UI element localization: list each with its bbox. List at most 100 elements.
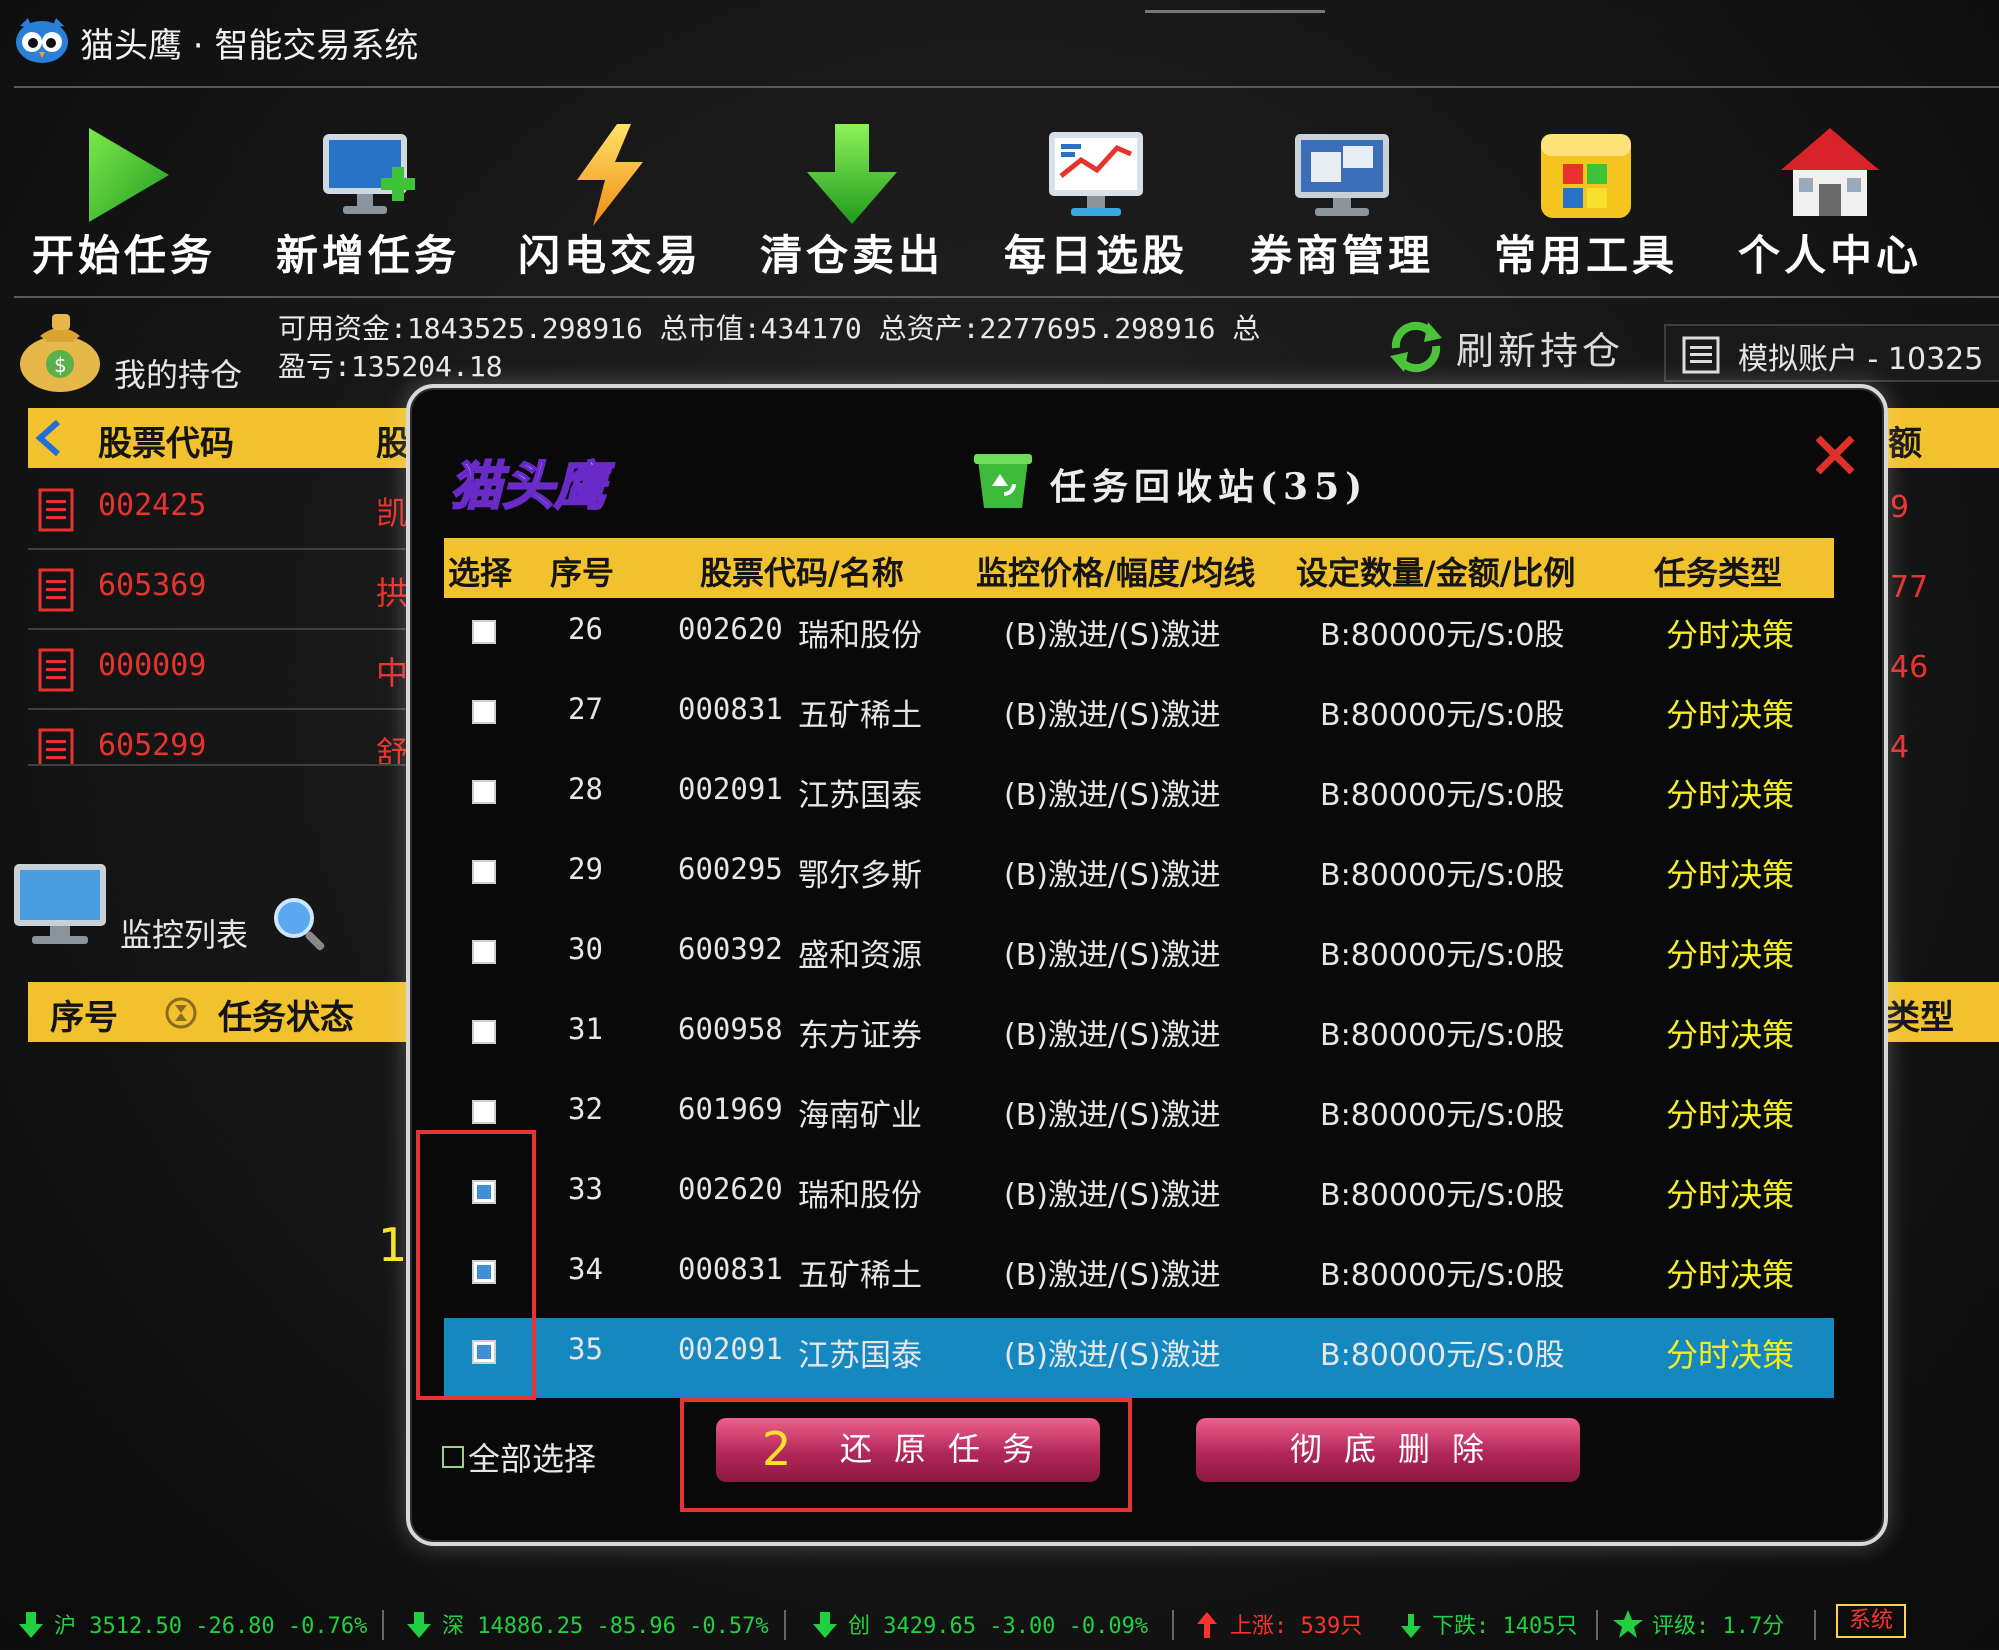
checkbox[interactable] (442, 1446, 464, 1468)
monitor-price: (B)激进/(S)激进 (1004, 938, 1221, 973)
table-row[interactable]: 33 002620 瑞和股份 (B)激进/(S)激进 B:80000元/S:0股 分时决策 (444, 1158, 1834, 1238)
row-checkbox[interactable] (472, 1100, 496, 1124)
down-arrow-icon (813, 1612, 837, 1638)
set-quantity: B:80000元/S:0股 (1320, 1098, 1565, 1133)
status-bar: 沪 3512.50 -26.80 -0.76% 深 14886.25 -85.9… (0, 1600, 1999, 1650)
start-task-button[interactable]: 开始任务 (14, 110, 234, 285)
table-row[interactable]: 30 600392 盛和资源 (B)激进/(S)激进 B:80000元/S:0股 分时决策 (444, 918, 1834, 998)
column-header: 股票代码/名称 (700, 554, 904, 592)
monitor-header: 序号 任务状态 (28, 982, 408, 1042)
toolbar-label: 券商管理 (1249, 231, 1434, 280)
row-seq: 30 (568, 932, 603, 966)
daily-pick-button[interactable]: 每日选股 (986, 110, 1206, 285)
table-row[interactable]: 29 600295 鄂尔多斯 (B)激进/(S)激进 B:80000元/S:0股 分时决策 (444, 838, 1834, 918)
stock-code: 002091 (678, 772, 783, 806)
row-checkbox[interactable] (472, 780, 496, 804)
row-seq: 31 (568, 1012, 603, 1046)
table-row[interactable]: 28 002091 江苏国泰 (B)激进/(S)激进 B:80000元/S:0股 分时决策 (444, 758, 1834, 838)
table-row[interactable]: 605299 舒 (28, 710, 428, 766)
stock-code: 000831 (678, 692, 783, 726)
row-seq: 34 (568, 1252, 603, 1286)
account-selector[interactable]: 模拟账户 - 10325 (1664, 324, 1999, 382)
chevron-left-icon[interactable] (34, 420, 64, 456)
row-checkbox[interactable] (472, 860, 496, 884)
table-row[interactable]: 32 601969 海南矿业 (B)激进/(S)激进 B:80000元/S:0股 分时决策 (444, 1078, 1834, 1158)
svg-text:$: $ (54, 353, 67, 377)
table-row[interactable]: 35 002091 江苏国泰 (B)激进/(S)激进 B:80000元/S:0股 分时决策 (444, 1318, 1834, 1398)
brand-text: 猫头鹰 (450, 456, 615, 517)
recycle-bin-icon (974, 454, 1032, 508)
broker-manage-button[interactable]: 券商管理 (1232, 110, 1452, 285)
annotation-number: 1 (378, 1218, 408, 1272)
stock-code: 600958 (678, 1012, 783, 1046)
task-type: 分时决策 (1666, 1336, 1795, 1374)
personal-center-button[interactable]: 个人中心 (1720, 110, 1940, 285)
system-button[interactable]: 系统 (1836, 1604, 1906, 1638)
stock-name: 五矿稀土 (798, 1258, 922, 1294)
table-row[interactable]: 000009 中 (28, 630, 428, 710)
monitor-price: (B)激进/(S)激进 (1004, 618, 1221, 653)
stock-code: 002620 (678, 612, 783, 646)
task-type: 分时决策 (1666, 776, 1795, 814)
separator (1814, 1610, 1816, 1640)
annotation-box-1 (416, 1130, 536, 1400)
restore-task-button[interactable]: 2 还原任务 (716, 1418, 1100, 1482)
search-icon[interactable] (270, 894, 330, 954)
stock-name: 瑞和股份 (798, 1178, 922, 1214)
add-task-button[interactable]: 新增任务 (258, 110, 478, 285)
row-seq: 27 (568, 692, 603, 726)
task-type: 分时决策 (1666, 1256, 1795, 1294)
money-bag-icon: $ (20, 314, 100, 392)
button-label: 彻底删除 (1289, 1430, 1506, 1468)
column-header: 设定数量/金额/比例 (1296, 554, 1576, 592)
lightning-icon (577, 124, 643, 226)
table-row[interactable]: 002425 凯 (28, 470, 428, 550)
column-header: 任务类型 (1654, 554, 1783, 592)
holding-amount: 46 (1890, 650, 1929, 685)
refresh-holdings-button[interactable]: 刷新持仓 (1388, 318, 1620, 373)
set-quantity: B:80000元/S:0股 (1320, 1018, 1565, 1053)
brand-logo: 猫头鹰 (449, 455, 616, 518)
clear-sell-button[interactable]: 清仓卖出 (742, 110, 962, 285)
select-all-label: 全部选择 (468, 1440, 597, 1478)
stock-code: 000831 (678, 1252, 783, 1286)
task-type: 分时决策 (1666, 616, 1795, 654)
stock-name: 江苏国泰 (798, 778, 922, 814)
row-seq: 35 (568, 1332, 603, 1366)
list-icon (1682, 336, 1720, 374)
holding-amount: 9 (1890, 490, 1910, 525)
toolbar-label: 闪电交易 (517, 231, 702, 280)
row-seq: 28 (568, 772, 603, 806)
stock-name: 海南矿业 (798, 1098, 922, 1134)
task-type: 分时决策 (1666, 1096, 1795, 1134)
monitor-price: (B)激进/(S)激进 (1004, 858, 1221, 893)
holdings-header-right: 额 (1886, 408, 1999, 468)
table-row[interactable]: 31 600958 东方证券 (B)激进/(S)激进 B:80000元/S:0股 分时决策 (444, 998, 1834, 1078)
stock-name: 鄂尔多斯 (798, 858, 922, 894)
separator (1172, 1610, 1174, 1640)
row-checkbox[interactable] (472, 940, 496, 964)
monitor-price: (B)激进/(S)激进 (1004, 1258, 1221, 1293)
monitor-price: (B)激进/(S)激进 (1004, 778, 1221, 813)
toolbar-label: 常用工具 (1493, 231, 1678, 280)
row-checkbox[interactable] (472, 1020, 496, 1044)
decliners-count: 下跌: 1405只 (1432, 1614, 1578, 1639)
holding-amount: 4 (1890, 730, 1910, 765)
up-arrow-icon (1197, 1612, 1217, 1638)
lightning-trade-button[interactable]: 闪电交易 (500, 110, 720, 285)
close-icon[interactable] (1810, 430, 1860, 480)
permanent-delete-button[interactable]: 彻底删除 (1196, 1418, 1580, 1482)
table-row[interactable]: 605369 拱 (28, 550, 428, 630)
market-rating: 评级: 1.7分 (1652, 1614, 1785, 1639)
row-checkbox[interactable] (472, 700, 496, 724)
table-row[interactable]: 34 000831 五矿稀土 (B)激进/(S)激进 B:80000元/S:0股 分时决策 (444, 1238, 1834, 1318)
common-tools-button[interactable]: 常用工具 (1476, 110, 1696, 285)
table-row[interactable]: 27 000831 五矿稀土 (B)激进/(S)激进 B:80000元/S:0股 分时决策 (444, 678, 1834, 758)
monitor-price: (B)激进/(S)激进 (1004, 698, 1221, 733)
window-drag-handle[interactable] (1145, 10, 1325, 13)
row-seq: 29 (568, 852, 603, 886)
row-checkbox[interactable] (472, 620, 496, 644)
task-type: 分时决策 (1666, 936, 1795, 974)
table-row[interactable]: 26 002620 瑞和股份 (B)激进/(S)激进 B:80000元/S:0股 分时决策 (444, 598, 1834, 678)
star-icon (1613, 1610, 1643, 1638)
